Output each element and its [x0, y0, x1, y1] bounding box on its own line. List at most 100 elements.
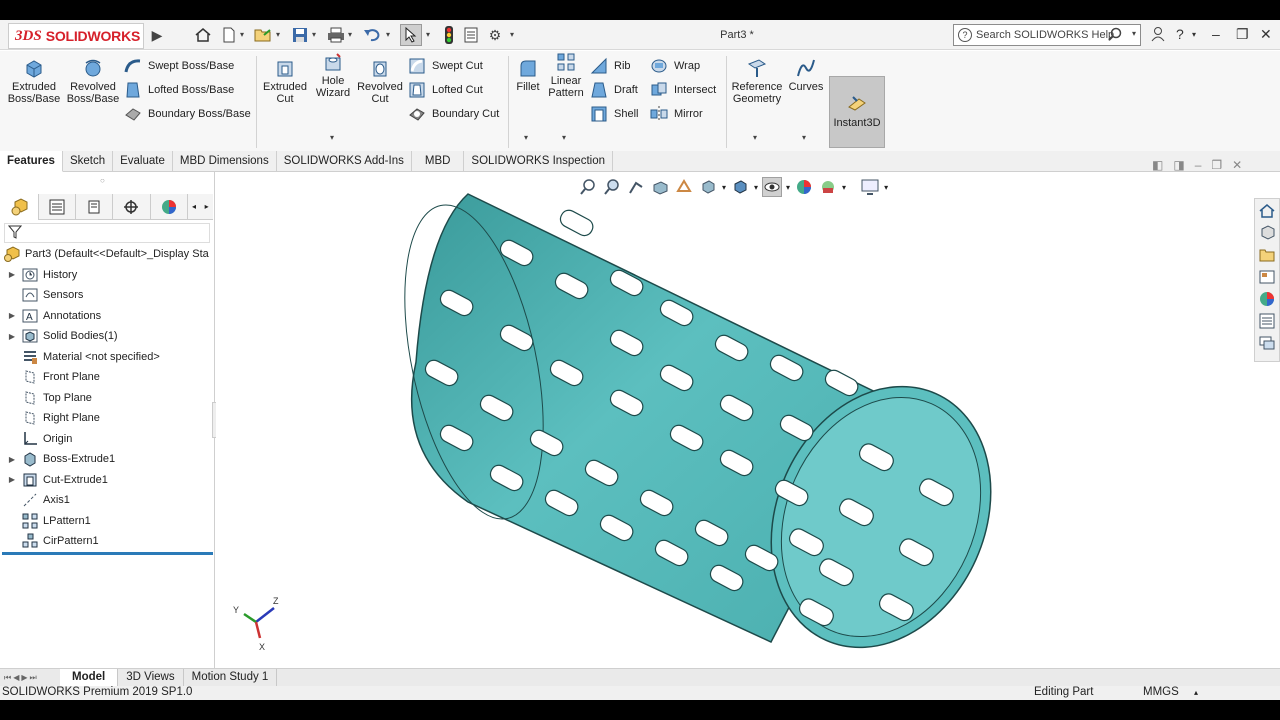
search-icon[interactable] [1108, 27, 1122, 44]
options-gear-icon[interactable]: ⚙ [486, 26, 504, 44]
new-dropdown-icon[interactable]: ▾ [240, 30, 244, 39]
undo-icon[interactable] [363, 26, 381, 44]
display-style-dropdown-icon[interactable]: ▾ [754, 183, 758, 192]
tree-item[interactable]: Material <not specified> [0, 347, 213, 368]
reference-geometry-dropdown-icon[interactable]: ▾ [753, 133, 757, 142]
feature-manager-tab[interactable] [2, 194, 40, 220]
search-dropdown-icon[interactable]: ▾ [1132, 29, 1136, 38]
fillet-button[interactable]: Fillet [512, 57, 544, 93]
reference-geometry-button[interactable]: Reference Geometry [730, 57, 784, 105]
solidworks-resources-icon[interactable] [1257, 201, 1277, 221]
viewport-minimize-icon[interactable]: – [1195, 158, 1202, 172]
help-search-field[interactable]: ? Search SOLIDWORKS Help ▾ [953, 24, 1141, 46]
boundary-cut-button[interactable]: Boundary Cut [408, 103, 499, 125]
new-document-icon[interactable] [220, 26, 238, 44]
open-icon[interactable] [254, 26, 272, 44]
minimize-icon[interactable]: – [1212, 26, 1220, 42]
intersect-button[interactable]: Intersect [650, 79, 716, 101]
tree-item[interactable]: LPattern1 [0, 511, 213, 532]
expand-arrow-icon[interactable]: ▶ [6, 270, 18, 279]
view-palette-icon[interactable] [1257, 267, 1277, 287]
tree-filter[interactable] [4, 223, 210, 243]
zoom-to-fit-icon[interactable] [578, 177, 598, 197]
hide-show-items-icon[interactable] [762, 177, 783, 197]
boundary-boss-button[interactable]: Boundary Boss/Base [124, 103, 251, 125]
expand-arrow-icon[interactable]: ▶ [6, 332, 18, 341]
swept-boss-button[interactable]: Swept Boss/Base [124, 55, 234, 77]
curves-button[interactable]: Curves [788, 57, 824, 93]
undo-dropdown-icon[interactable]: ▾ [386, 30, 390, 39]
tab-mbd-dimensions[interactable]: MBD Dimensions [173, 151, 277, 172]
file-explorer-icon[interactable] [1257, 245, 1277, 265]
hole-wizard-button[interactable]: Hole Wizard [312, 51, 354, 99]
fillet-dropdown-icon[interactable]: ▾ [524, 133, 528, 142]
options-dropdown-icon[interactable]: ▾ [510, 30, 514, 39]
tree-item[interactable]: ▶ Boss-Extrude1 [0, 449, 213, 470]
linear-pattern-button[interactable]: Linear Pattern [546, 51, 586, 99]
tab-sketch[interactable]: Sketch [63, 151, 114, 172]
previous-view-icon[interactable] [626, 177, 646, 197]
tabs-scroll-left-icon[interactable]: ◂ [188, 194, 201, 219]
view-settings-icon[interactable] [860, 177, 880, 197]
save-dropdown-icon[interactable]: ▾ [312, 30, 316, 39]
view-settings-dropdown-icon[interactable]: ▾ [884, 183, 888, 192]
help-dropdown-icon[interactable]: ▾ [1192, 30, 1196, 39]
tab-solidworks-inspection[interactable]: SOLIDWORKS Inspection [464, 151, 613, 172]
user-account-icon[interactable] [1151, 26, 1165, 45]
tab-nav-arrows[interactable]: ⏮ ◀ ▶ ⏭ [0, 673, 60, 683]
viewport-restore-icon[interactable]: ❐ [1211, 158, 1222, 172]
draft-button[interactable]: Draft [590, 79, 638, 101]
tab-features[interactable]: Features [0, 151, 63, 172]
rollback-bar[interactable] [2, 552, 213, 555]
tab-3d-views[interactable]: 3D Views [118, 669, 184, 686]
next-tab-icon[interactable]: ▶ [21, 673, 27, 683]
print-icon[interactable] [327, 26, 345, 44]
expand-arrow-icon[interactable]: ▶ [6, 311, 18, 320]
mirror-button[interactable]: Mirror [650, 103, 703, 125]
apply-scene-icon[interactable] [818, 177, 838, 197]
select-dropdown-icon[interactable]: ▾ [426, 30, 430, 39]
shell-button[interactable]: Shell [590, 103, 638, 125]
expand-arrow-icon[interactable]: ▶ [6, 475, 18, 484]
swept-cut-button[interactable]: Swept Cut [408, 55, 483, 77]
appearances-icon[interactable] [1257, 289, 1277, 309]
revolved-boss-button[interactable]: Revolved Boss/Base [64, 57, 122, 105]
tree-item[interactable]: Axis1 [0, 490, 213, 511]
tree-item[interactable]: Right Plane [0, 408, 213, 429]
status-units[interactable]: MMGS [1143, 686, 1179, 698]
display-style-icon[interactable] [730, 177, 750, 197]
tab-motion-study[interactable]: Motion Study 1 [184, 669, 278, 686]
hole-wizard-dropdown-icon[interactable]: ▾ [330, 133, 334, 142]
rebuild-icon[interactable] [440, 26, 458, 44]
scene-dropdown-icon[interactable]: ▾ [842, 183, 846, 192]
menu-expand-icon[interactable]: ▶ [148, 26, 166, 44]
save-icon[interactable] [291, 26, 309, 44]
viewport-close-icon[interactable]: ✕ [1232, 158, 1242, 172]
solidworks-logo[interactable]: 3DS SOLIDWORKS [8, 23, 144, 49]
display-manager-tab[interactable] [151, 194, 188, 220]
home-icon[interactable] [194, 26, 212, 44]
dimxpert-manager-tab[interactable] [113, 194, 151, 220]
prev-tab-icon[interactable]: ◀ [13, 673, 19, 683]
tabs-scroll-right-icon[interactable]: ▸ [200, 194, 213, 219]
restore-icon[interactable]: ❐ [1236, 26, 1249, 43]
tree-item[interactable]: Front Plane [0, 367, 213, 388]
configuration-manager-tab[interactable] [76, 194, 114, 220]
zoom-to-area-icon[interactable] [602, 177, 622, 197]
tab-solidworks-addins[interactable]: SOLIDWORKS Add-Ins [277, 151, 412, 172]
viewport-pane-right-icon[interactable]: ◨ [1173, 158, 1184, 172]
forum-icon[interactable] [1257, 333, 1277, 353]
units-dropdown-icon[interactable]: ▴ [1194, 688, 1198, 697]
hide-show-dropdown-icon[interactable]: ▾ [786, 183, 790, 192]
extruded-cut-button[interactable]: Extruded Cut [260, 57, 310, 105]
help-icon[interactable]: ? [1176, 26, 1184, 42]
viewport-pane-left-icon[interactable]: ◧ [1152, 158, 1163, 172]
lofted-cut-button[interactable]: Lofted Cut [408, 79, 483, 101]
file-properties-icon[interactable] [462, 26, 480, 44]
linear-pattern-dropdown-icon[interactable]: ▾ [562, 133, 566, 142]
tab-mbd[interactable]: MBD [412, 151, 465, 172]
panel-collapse-handle[interactable]: ○ [100, 176, 105, 185]
tree-item[interactable]: ▶ A Annotations [0, 306, 213, 327]
tree-item[interactable]: ▶ Solid Bodies(1) [0, 326, 213, 347]
tree-item[interactable]: Sensors [0, 285, 213, 306]
